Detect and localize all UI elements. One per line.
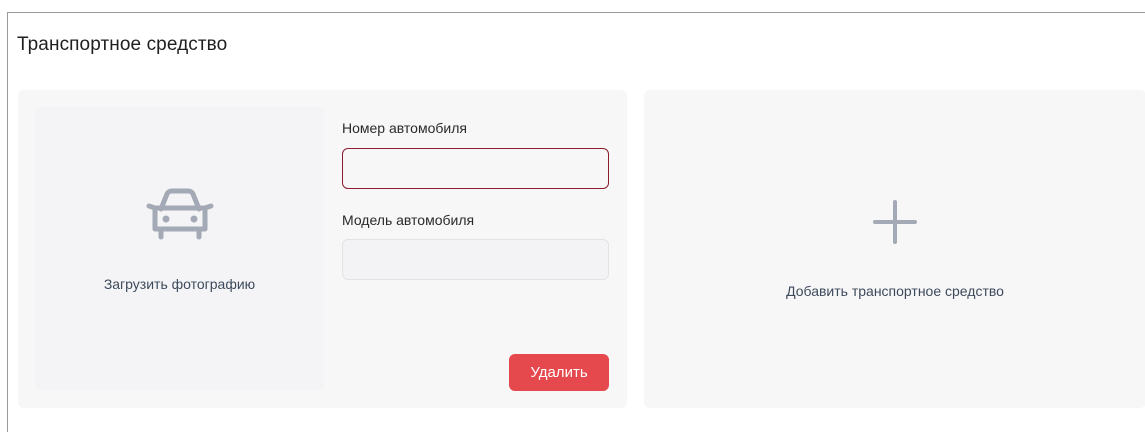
- upload-photo-label: Загрузить фотографию: [103, 276, 256, 292]
- car-number-label: Номер автомобиля: [342, 120, 467, 136]
- photo-upload-area[interactable]: Загрузить фотографию: [35, 107, 324, 390]
- vehicle-section: Транспортное средство Загрузить фотограф…: [7, 12, 1145, 432]
- section-title: Транспортное средство: [17, 34, 228, 55]
- car-model-label: Модель автомобиля: [342, 212, 475, 228]
- vehicle-card: Загрузить фотографию Номер автомобиля Мо…: [18, 90, 627, 408]
- car-model-input[interactable]: [342, 239, 609, 280]
- car-icon: [146, 188, 214, 240]
- add-vehicle-label: Добавить транспортное средство: [786, 283, 1004, 299]
- add-vehicle-card[interactable]: Добавить транспортное средство: [644, 90, 1145, 408]
- plus-icon: [873, 200, 917, 244]
- car-number-input[interactable]: [342, 148, 609, 189]
- delete-button[interactable]: Удалить: [509, 354, 609, 391]
